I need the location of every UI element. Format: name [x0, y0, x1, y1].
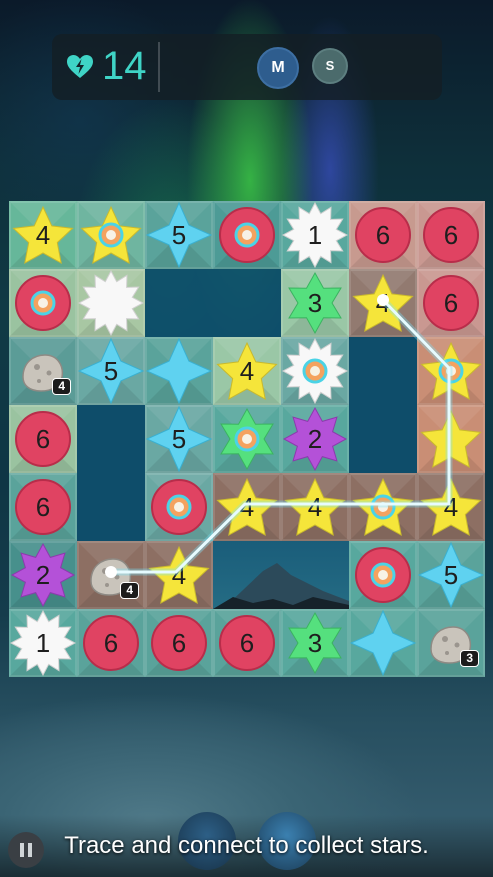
board-gap [145, 269, 281, 337]
rock-hits-badge: 4 [52, 378, 71, 395]
board-tile[interactable]: 6 [417, 201, 485, 269]
tile-number: 4 [375, 288, 391, 318]
board-tile[interactable]: 4 [9, 337, 77, 405]
board-tile[interactable]: 4 [213, 337, 281, 405]
yellow-star-icon [352, 477, 414, 537]
board-tile[interactable]: 6 [9, 473, 77, 541]
tile-number: 1 [35, 628, 51, 658]
tile-number: 6 [443, 288, 459, 318]
tile-number: 6 [35, 424, 51, 454]
player-avatar-s[interactable]: S [312, 48, 348, 84]
board-tile[interactable]: 1 [9, 609, 77, 677]
board-tile[interactable] [417, 405, 485, 473]
board-tile[interactable]: 4 [9, 201, 77, 269]
cyan-star-icon [349, 609, 417, 677]
board-tile[interactable]: 4 [213, 473, 281, 541]
tile-number: 5 [171, 424, 187, 454]
board-gap [77, 405, 145, 541]
board-tile[interactable] [77, 269, 145, 337]
tile-number: 2 [307, 424, 323, 454]
cyan-star-icon [145, 337, 213, 405]
board-tile[interactable]: 3 [417, 609, 485, 677]
hud-divider [158, 42, 160, 92]
board-tile[interactable]: 6 [213, 609, 281, 677]
white-burst-icon [281, 337, 349, 405]
red-orb-icon [219, 207, 275, 263]
board-tile[interactable] [281, 337, 349, 405]
board-tile[interactable]: 3 [281, 269, 349, 337]
moves-counter: 14 [102, 44, 147, 88]
tile-number: 4 [239, 356, 255, 386]
tile-number: 6 [171, 628, 187, 658]
board-tile[interactable]: 6 [417, 269, 485, 337]
tile-number: 6 [239, 628, 255, 658]
board-tile[interactable]: 5 [417, 541, 485, 609]
board-tile[interactable]: 5 [77, 337, 145, 405]
yellow-star-icon [80, 205, 142, 265]
board-tile[interactable]: 4 [417, 473, 485, 541]
board-tile[interactable]: 6 [145, 609, 213, 677]
board-tile[interactable] [417, 337, 485, 405]
board-tile[interactable]: 4 [349, 269, 417, 337]
rock-hits-badge: 4 [120, 582, 139, 599]
game-board: 4 5 1 6 6 3 4 6 4 5 4 6 5 2 6 4 4 4 2 4 4 5 1 6 6 6 3 3 [9, 201, 485, 677]
tile-number: 2 [35, 560, 51, 590]
tile-number: 4 [35, 220, 51, 250]
board-tile[interactable]: 5 [145, 405, 213, 473]
board-tile[interactable] [213, 405, 281, 473]
tile-number: 3 [307, 288, 323, 318]
board-tile[interactable]: 4 [145, 541, 213, 609]
board-tile[interactable]: 6 [349, 201, 417, 269]
hint-caption: Trace and connect to collect stars. [64, 832, 429, 859]
board-tile[interactable]: 2 [281, 405, 349, 473]
tile-number: 5 [103, 356, 119, 386]
board-tile[interactable]: 6 [77, 609, 145, 677]
tile-number: 4 [171, 560, 187, 590]
hud-bar: 14 M S [52, 34, 442, 100]
board-tile[interactable]: 3 [281, 609, 349, 677]
tile-number: 6 [35, 492, 51, 522]
board-gap [349, 337, 417, 473]
tile-number: 4 [307, 492, 323, 522]
board-tile[interactable] [349, 473, 417, 541]
tile-number: 6 [375, 220, 391, 250]
board-tile[interactable] [9, 269, 77, 337]
tile-number: 6 [103, 628, 119, 658]
tile-number: 1 [307, 220, 323, 250]
tile-number: 5 [443, 560, 459, 590]
board-tile[interactable] [77, 201, 145, 269]
board-tile[interactable]: 6 [9, 405, 77, 473]
yellow-star-icon [420, 341, 482, 401]
tile-number: 6 [443, 220, 459, 250]
board-tile[interactable] [349, 609, 417, 677]
heart-lightning-icon [67, 55, 93, 78]
tile-number: 4 [239, 492, 255, 522]
board-tile[interactable]: 4 [281, 473, 349, 541]
board-tile[interactable]: 5 [145, 201, 213, 269]
tile-number: 5 [171, 220, 187, 250]
board-tile[interactable]: 2 [9, 541, 77, 609]
scenery-tile [213, 541, 349, 609]
rock-hits-badge: 3 [460, 650, 479, 667]
player-avatar-m[interactable]: M [257, 47, 299, 89]
board-tile[interactable] [145, 337, 213, 405]
red-orb-icon [15, 275, 71, 331]
board-tile[interactable]: 4 [77, 541, 145, 609]
red-orb-icon [355, 547, 411, 603]
board-tile[interactable] [349, 541, 417, 609]
tile-number: 4 [443, 492, 459, 522]
white-burst-icon [77, 269, 145, 337]
board-tile[interactable] [145, 473, 213, 541]
board-tile[interactable] [213, 201, 281, 269]
green-star-icon [220, 407, 274, 471]
tile-number: 3 [307, 628, 323, 658]
red-orb-icon [151, 479, 207, 535]
board-tile[interactable]: 1 [281, 201, 349, 269]
yellow-star-icon [420, 409, 482, 469]
